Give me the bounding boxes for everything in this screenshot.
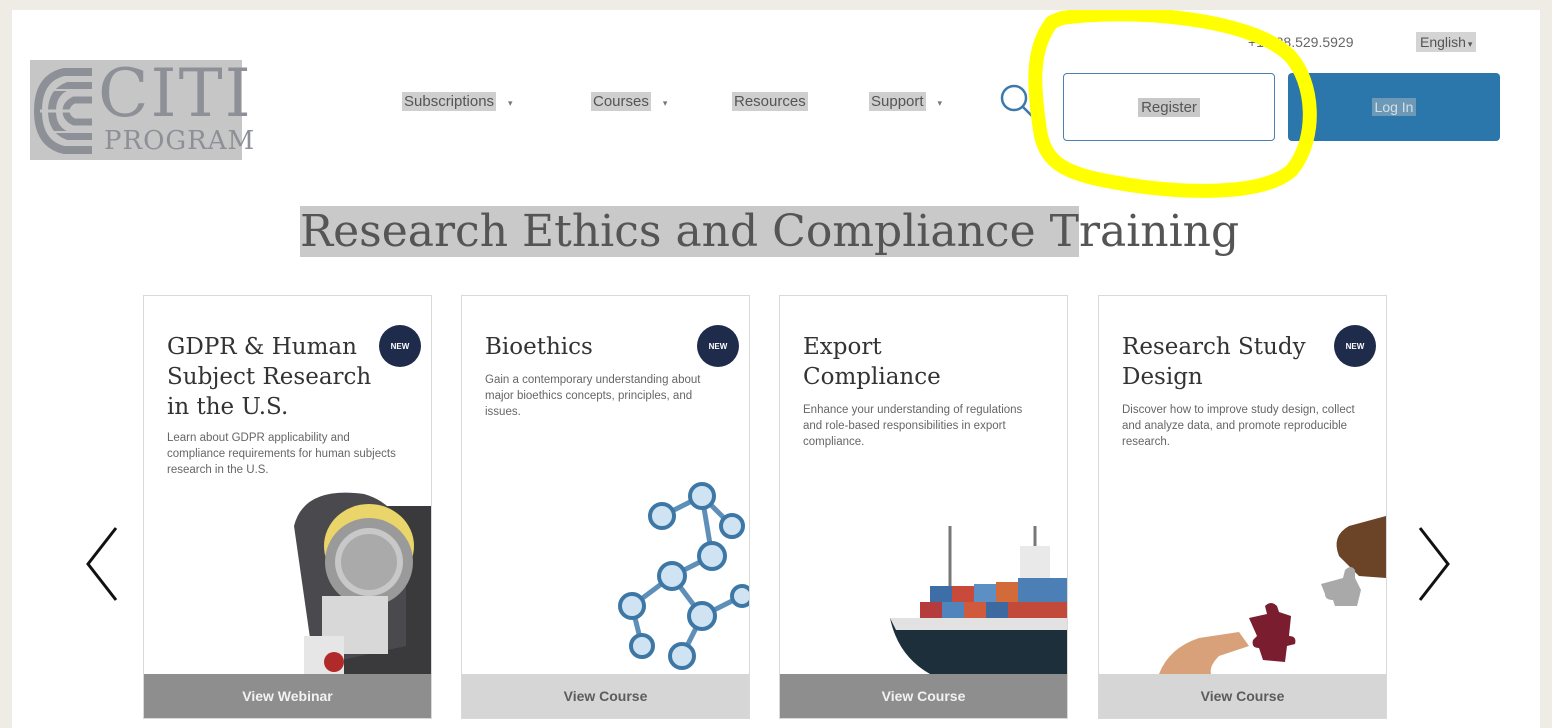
course-card[interactable]: Bioethics NEW Gain a contemporary unders… — [461, 295, 750, 719]
card-title: Bioethics — [485, 334, 593, 360]
register-button[interactable]: Register — [1063, 73, 1275, 141]
carousel-prev-arrow-icon[interactable] — [82, 524, 122, 604]
view-course-button[interactable]: View Course — [780, 674, 1067, 718]
nav-courses[interactable]: Courses ▾ — [591, 90, 667, 114]
microphone-image — [294, 492, 431, 674]
carousel-next-arrow-icon[interactable] — [1414, 524, 1454, 604]
page: CITI PROGRAM +1 888.529.5929 English ▾ Su… — [12, 10, 1540, 728]
chevron-down-icon: ▾ — [1467, 39, 1473, 49]
login-button[interactable]: Log In — [1288, 73, 1500, 141]
course-card[interactable]: Research Study Design NEW Discover how t… — [1098, 295, 1387, 719]
nav-item-label: Subscriptions — [402, 92, 497, 111]
headline-rest: raining — [1078, 206, 1240, 257]
view-course-button[interactable]: View Course — [462, 674, 749, 718]
card-title: Research Study Design — [1122, 334, 1306, 390]
search-icon[interactable] — [997, 82, 1037, 122]
chevron-down-icon: ▾ — [508, 98, 513, 108]
headline-highlighted: Research Ethics and Compliance T — [300, 206, 1079, 257]
language-label: English — [1420, 34, 1466, 50]
nav-item-label: Resources — [732, 92, 808, 111]
register-label: Register — [1138, 97, 1200, 117]
new-badge: NEW — [379, 325, 421, 367]
citi-program-logo[interactable]: CITI PROGRAM — [30, 55, 254, 160]
nav-item-label: Support — [869, 92, 926, 111]
nav-item-label: Courses — [591, 92, 651, 111]
language-selector[interactable]: English ▾ — [1416, 32, 1477, 52]
chevron-down-icon: ▾ — [662, 98, 668, 108]
logo-wordmark: CITI — [98, 55, 253, 132]
molecule-image — [618, 482, 749, 670]
view-webinar-button[interactable]: View Webinar — [144, 674, 431, 718]
globe-mark-icon — [34, 68, 94, 154]
course-card[interactable]: GDPR & Human Subject Research in the U.S… — [143, 295, 432, 719]
new-badge: NEW — [697, 325, 739, 367]
phone-number[interactable]: +1 888.529.5929 — [1248, 34, 1354, 50]
card-description: Discover how to improve study design, co… — [1122, 404, 1355, 448]
page-title: Research Ethics and Compliance Training — [300, 202, 1239, 266]
nav-subscriptions[interactable]: Subscriptions ▾ — [402, 90, 513, 114]
nav-support[interactable]: Support ▾ — [869, 90, 942, 114]
card-title: GDPR & Human Subject Research in the U.S… — [167, 334, 372, 420]
cargo-ship-image — [890, 526, 1067, 674]
course-card[interactable]: Export Compliance Enhance your understan… — [779, 295, 1068, 719]
card-title: Export Compliance — [803, 334, 941, 390]
view-course-button[interactable]: View Course — [1099, 674, 1386, 718]
logo-subtitle: PROGRAM — [104, 126, 256, 156]
puzzle-hands-image — [1159, 516, 1386, 674]
chevron-down-icon: ▾ — [937, 98, 943, 108]
login-label: Log In — [1371, 98, 1417, 116]
nav-resources[interactable]: Resources — [732, 90, 808, 114]
new-badge: NEW — [1334, 325, 1376, 367]
card-description: Enhance your understanding of regulation… — [803, 404, 1023, 448]
card-description: Gain a contemporary understanding about … — [485, 374, 701, 418]
